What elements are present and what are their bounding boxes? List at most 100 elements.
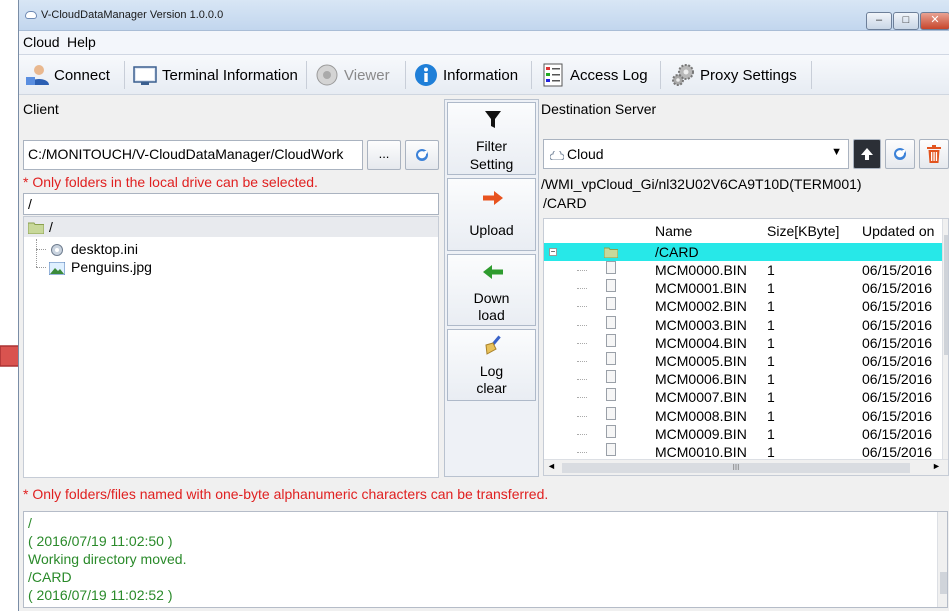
file-size: 1: [767, 334, 775, 351]
table-row[interactable]: MCM0006.BIN 1 06/15/2016: [544, 370, 942, 388]
log-clear-button[interactable]: Log clear: [447, 329, 536, 401]
server-file-grid[interactable]: Name Size[KByte] Updated on − /CARD MCM0…: [543, 218, 949, 476]
file-icon: [606, 315, 616, 329]
file-icon: [606, 424, 616, 438]
proxy-settings-label: Proxy Settings: [700, 66, 797, 84]
file-icon: [606, 297, 616, 311]
tree-branch: [577, 397, 587, 399]
file-size: 1: [767, 262, 775, 278]
upper-folder-button[interactable]: [853, 139, 881, 169]
column-header-name[interactable]: Name: [655, 223, 692, 239]
maximize-button[interactable]: □: [893, 12, 919, 30]
connect-button[interactable]: Connect: [25, 61, 110, 89]
column-header-updated[interactable]: Updated on: [862, 223, 934, 239]
filter-setting-button[interactable]: Filter Setting: [447, 102, 536, 175]
toolbar-separator: [124, 61, 125, 89]
menu-cloud[interactable]: Cloud: [23, 34, 60, 50]
viewer-button[interactable]: Viewer: [315, 61, 390, 89]
h-scroll-thumb[interactable]: III: [562, 463, 910, 473]
cloud-icon: [550, 151, 564, 160]
file-icon: [606, 443, 616, 456]
client-label: Client: [23, 101, 59, 117]
table-row[interactable]: MCM0004.BIN 1 06/15/2016: [544, 333, 942, 352]
table-row[interactable]: MCM0002.BIN 1 06/15/2016: [544, 297, 942, 315]
client-path-input[interactable]: C:/MONITOUCH/V-CloudDataManager/CloudWor…: [23, 140, 363, 170]
toolbar-separator: [660, 61, 661, 89]
log-clear-label-1: Log: [479, 363, 504, 379]
browse-button[interactable]: ...: [367, 140, 401, 170]
tree-root-label: /: [49, 219, 53, 235]
file-icon: [606, 333, 616, 347]
toolbar-separator: [405, 61, 406, 89]
trash-icon: [927, 145, 941, 163]
table-row[interactable]: MCM0009.BIN 1 06/15/2016: [544, 424, 942, 443]
transfer-buttons-column: Filter Setting Upload Down load Log clea…: [444, 99, 539, 477]
menu-help[interactable]: Help: [67, 34, 96, 50]
window-title: V-CloudDataManager Version 1.0.0.0: [41, 9, 224, 21]
file-size: 1: [767, 407, 775, 424]
log-output[interactable]: / ( 2016/07/19 11:02:50 ) Working director…: [23, 511, 948, 608]
cloud-app-icon: [25, 11, 37, 19]
terminal-information-button[interactable]: Terminal Information: [133, 61, 298, 89]
log-scrollbar[interactable]: [937, 512, 947, 607]
upload-button[interactable]: Upload: [447, 178, 536, 251]
table-row[interactable]: MCM0001.BIN 1 06/15/2016: [544, 279, 942, 297]
scroll-left-icon[interactable]: ◄: [547, 461, 556, 471]
filter-setting-label-2: Setting: [469, 156, 514, 172]
log-scroll-thumb[interactable]: [940, 572, 947, 594]
grid-vertical-scrollbar[interactable]: [942, 219, 948, 459]
access-log-button[interactable]: Access Log: [541, 61, 648, 89]
gears-icon: [672, 64, 694, 86]
filter-setting-label-1: Filter: [475, 138, 508, 154]
download-button[interactable]: Down load: [447, 254, 536, 326]
file-name: MCM0002.BIN: [655, 298, 747, 315]
menu-bar: Cloud Help: [19, 31, 949, 55]
table-row[interactable]: MCM0005.BIN 1 06/15/2016: [544, 352, 942, 370]
settings-file-icon: [51, 244, 63, 256]
file-size: 1: [767, 425, 775, 442]
access-log-icon: [543, 63, 563, 87]
table-row[interactable]: MCM0000.BIN 1 06/15/2016: [544, 261, 942, 279]
table-row[interactable]: MCM0007.BIN 1 06/15/2016: [544, 388, 942, 406]
funnel-icon: [485, 111, 501, 128]
server-refresh-button[interactable]: [885, 139, 915, 169]
client-refresh-button[interactable]: [405, 140, 439, 170]
table-row[interactable]: MCM0008.BIN 1 06/15/2016: [544, 406, 942, 425]
table-row[interactable]: MCM0003.BIN 1 06/15/2016: [544, 315, 942, 334]
tree-branch: [577, 306, 587, 308]
file-updated: 06/15/2016: [862, 389, 933, 406]
tree-root-row[interactable]: /: [24, 217, 438, 237]
close-button[interactable]: ✕: [920, 12, 949, 30]
minimize-button[interactable]: –: [866, 12, 892, 30]
client-file-tree[interactable]: / desktop.ini Penguins.jpg: [23, 216, 439, 478]
log-line: /: [28, 515, 32, 531]
file-updated: 06/15/2016: [862, 407, 933, 424]
delete-button[interactable]: [919, 139, 949, 169]
scroll-thumb[interactable]: [944, 235, 948, 355]
tree-branch: [577, 452, 587, 453]
grid-horizontal-scrollbar[interactable]: ◄ III ►: [544, 459, 948, 475]
root-folder-name: /CARD: [655, 244, 699, 260]
file-icon: [606, 352, 616, 365]
column-header-size[interactable]: Size[KByte]: [767, 223, 839, 239]
monitor-icon: [133, 66, 157, 85]
tree-branch: [577, 342, 587, 344]
up-arrow-icon: [861, 148, 873, 160]
toolbar-separator: [531, 61, 532, 89]
log-line: /CARD: [28, 569, 72, 585]
file-size: 1: [767, 280, 775, 297]
server-current-folder: /CARD: [543, 195, 587, 211]
file-name: MCM0000.BIN: [655, 262, 747, 278]
client-folder-note: * Only folders in the local drive can be…: [23, 174, 318, 190]
scroll-right-icon[interactable]: ►: [932, 461, 941, 471]
server-select[interactable]: Cloud ▼: [543, 139, 849, 169]
file-updated: 06/15/2016: [862, 353, 933, 369]
folder-icon: [604, 247, 618, 258]
file-size: 1: [767, 353, 775, 369]
download-label-2: load: [478, 307, 505, 323]
file-icon: [606, 388, 616, 402]
table-row-root[interactable]: − /CARD: [544, 243, 942, 261]
information-button[interactable]: Information: [414, 61, 518, 89]
file-size: 1: [767, 298, 775, 315]
proxy-settings-button[interactable]: Proxy Settings: [671, 61, 797, 89]
